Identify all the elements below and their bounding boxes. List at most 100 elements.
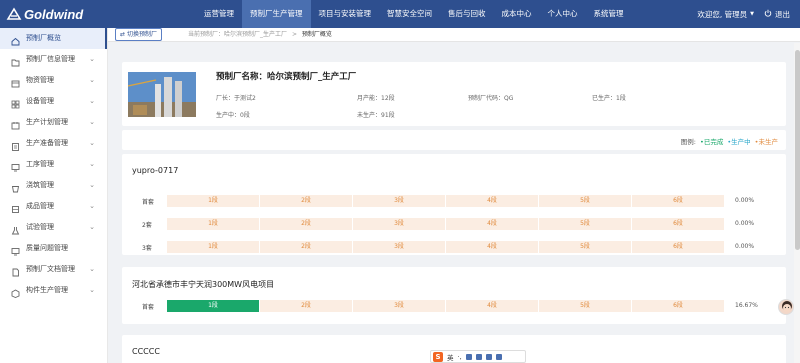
home-icon xyxy=(11,34,20,46)
assistant-avatar[interactable] xyxy=(778,299,794,315)
chevron-down-icon[interactable]: ⌄ xyxy=(89,280,95,301)
stage-segment[interactable]: 5段 xyxy=(539,195,632,207)
chevron-down-icon[interactable]: ⌄ xyxy=(89,217,95,238)
stage-segment[interactable]: 5段 xyxy=(539,218,632,230)
stage-segment[interactable]: 6段 xyxy=(632,195,725,207)
toolbox-icon[interactable] xyxy=(495,353,502,360)
sidebar-item-4[interactable]: 生产计划管理 ⌄ xyxy=(0,112,107,133)
stage-segment[interactable]: 2段 xyxy=(260,241,353,253)
stage-segment[interactable]: 3段 xyxy=(353,195,446,207)
nav-item-1[interactable]: 预制厂生产管理 xyxy=(242,0,311,28)
chevron-down-icon[interactable]: ⌄ xyxy=(89,112,95,133)
nav-item-3[interactable]: 智慧安全空间 xyxy=(379,0,440,28)
sidebar-item-9[interactable]: 试验管理 ⌄ xyxy=(0,217,107,238)
chevron-down-icon[interactable]: ⌄ xyxy=(89,49,95,70)
sidebar-item-8[interactable]: 成品管理 ⌄ xyxy=(0,196,107,217)
sidebar-item-label: 物资管理 xyxy=(26,76,54,84)
stage-segment[interactable]: 6段 xyxy=(632,218,725,230)
chevron-down-icon[interactable]: ⌄ xyxy=(89,259,95,280)
stage-segment[interactable]: 6段 xyxy=(632,241,725,253)
chevron-down-icon[interactable]: ⌄ xyxy=(89,91,95,112)
cube-icon xyxy=(11,286,20,298)
nav-item-0[interactable]: 运营管理 xyxy=(196,0,242,28)
goldwind-logo-icon xyxy=(6,7,22,20)
ime-toolbar[interactable]: S 英 ·, xyxy=(430,350,526,363)
keyboard-icon[interactable] xyxy=(475,353,482,360)
sidebar-item-12[interactable]: 构件生产管理 ⌄ xyxy=(0,280,107,301)
stage-segment[interactable]: 1段 xyxy=(167,300,260,312)
legend-entry-0: •已完成 xyxy=(700,136,723,146)
sidebar-item-0[interactable]: 预制厂概览 xyxy=(0,28,107,49)
project-card: 河北省承德市丰宁天润300MW风电项目 首套 1段 2段 3段 4段 5段 6段 16.67% xyxy=(122,267,786,324)
chevron-down-icon[interactable]: ⌄ xyxy=(89,70,95,91)
stage-segment[interactable]: 1段 xyxy=(167,218,260,230)
skin-icon[interactable] xyxy=(485,353,492,360)
chevron-down-icon[interactable]: ⌄ xyxy=(89,175,95,196)
stage-segment[interactable]: 4段 xyxy=(446,300,539,312)
row-label: 2套 xyxy=(142,222,152,229)
project-title: CCCCC xyxy=(132,347,160,356)
sidebar-item-11[interactable]: 预制厂文档管理 ⌄ xyxy=(0,259,107,280)
ime-language[interactable]: 英 xyxy=(447,352,454,362)
microphone-icon[interactable] xyxy=(465,353,472,360)
chevron-down-icon[interactable]: ⌄ xyxy=(89,196,95,217)
logout-button[interactable]: 退出 xyxy=(764,9,790,20)
stage-segment[interactable]: 2段 xyxy=(260,218,353,230)
stage-segment[interactable]: 3段 xyxy=(353,300,446,312)
stage-segment[interactable]: 3段 xyxy=(353,241,446,253)
stage-segment[interactable]: 2段 xyxy=(260,300,353,312)
nav-item-2[interactable]: 项目与安装管理 xyxy=(311,0,380,28)
stage-segment[interactable]: 1段 xyxy=(167,241,260,253)
switch-factory-label: 切换预制厂 xyxy=(127,31,158,38)
user-dropdown-caret-icon[interactable]: ▼ xyxy=(750,11,754,17)
stage-segment[interactable]: 4段 xyxy=(446,218,539,230)
stage-segment[interactable]: 3段 xyxy=(353,218,446,230)
sidebar-item-1[interactable]: 预制厂信息管理 ⌄ xyxy=(0,49,107,70)
stage-segment[interactable]: 4段 xyxy=(446,195,539,207)
product-icon xyxy=(11,202,20,213)
user-area: 欢迎您, 管理员 ▼ 退出 xyxy=(697,0,790,28)
row-percent: 0.00% xyxy=(735,243,755,250)
row-label: 首套 xyxy=(142,199,155,206)
sidebar-item-3[interactable]: 设备管理 ⌄ xyxy=(0,91,107,112)
switch-factory-button[interactable]: ⇄ 切换预制厂 xyxy=(115,28,163,41)
clipboard-icon xyxy=(11,139,20,151)
stage-segment[interactable]: 6段 xyxy=(632,300,725,312)
breadcrumb-item-current-factory[interactable]: 当前预制厂：哈尔滨预制厂_生产工厂 xyxy=(188,31,287,38)
sidebar-item-7[interactable]: 浇筑管理 ⌄ xyxy=(0,175,107,196)
bucket-icon xyxy=(11,181,20,193)
project-title: 河北省承德市丰宁天润300MW风电项目 xyxy=(132,280,275,289)
sidebar-item-6[interactable]: 工序管理 ⌄ xyxy=(0,154,107,175)
box-icon xyxy=(11,76,20,88)
nav-item-4[interactable]: 售后与回收 xyxy=(440,0,494,28)
sidebar-item-10[interactable]: 质量问题管理 xyxy=(0,238,107,259)
top-navbar: Goldwind 运营管理 预制厂生产管理 项目与安装管理 智慧安全空间 售后与回收 成本… xyxy=(0,0,800,28)
sidebar-item-label: 生产准备管理 xyxy=(26,139,68,147)
calendar-icon xyxy=(11,118,20,130)
sidebar-item-2[interactable]: 物资管理 ⌄ xyxy=(0,70,107,91)
main-nav: 运营管理 预制厂生产管理 项目与安装管理 智慧安全空间 售后与回收 成本中心 个人中心 系统管… xyxy=(196,0,632,28)
stage-segment[interactable]: 5段 xyxy=(539,300,632,312)
breadcrumb-bar: ⇄ 切换预制厂 当前预制厂：哈尔滨预制厂_生产工厂 > 预制厂概览 xyxy=(108,28,800,42)
project-title: yupro-0717 xyxy=(132,166,179,175)
row-label: 3套 xyxy=(142,245,152,252)
nav-item-6[interactable]: 个人中心 xyxy=(540,0,586,28)
sidebar-item-label: 构件生产管理 xyxy=(26,286,68,294)
nav-item-5[interactable]: 成本中心 xyxy=(494,0,540,28)
punctuation-icon[interactable]: ·, xyxy=(458,353,462,361)
factory-not-produced: 未生产：91段 xyxy=(357,112,395,119)
sogou-logo-icon: S xyxy=(433,351,443,362)
user-greeting[interactable]: 欢迎您, 管理员 xyxy=(697,9,747,20)
stage-segment[interactable]: 2段 xyxy=(260,195,353,207)
stage-segment[interactable]: 5段 xyxy=(539,241,632,253)
scrollbar-thumb[interactable] xyxy=(795,50,800,250)
stage-segment[interactable]: 1段 xyxy=(167,195,260,207)
stage-segment[interactable]: 4段 xyxy=(446,241,539,253)
nav-item-7[interactable]: 系统管理 xyxy=(586,0,632,28)
chevron-down-icon[interactable]: ⌄ xyxy=(89,133,95,154)
sidebar-item-5[interactable]: 生产准备管理 ⌄ xyxy=(0,133,107,154)
chevron-down-icon[interactable]: ⌄ xyxy=(89,154,95,175)
row-percent: 0.00% xyxy=(735,197,755,204)
sidebar: 预制厂概览 预制厂信息管理 ⌄ 物资管理 ⌄ 设备管理 ⌄ 生产计划管理 ⌄ 生产准备管理 ⌄ 工序管… xyxy=(0,28,108,363)
brand-logo[interactable]: Goldwind xyxy=(6,6,83,22)
